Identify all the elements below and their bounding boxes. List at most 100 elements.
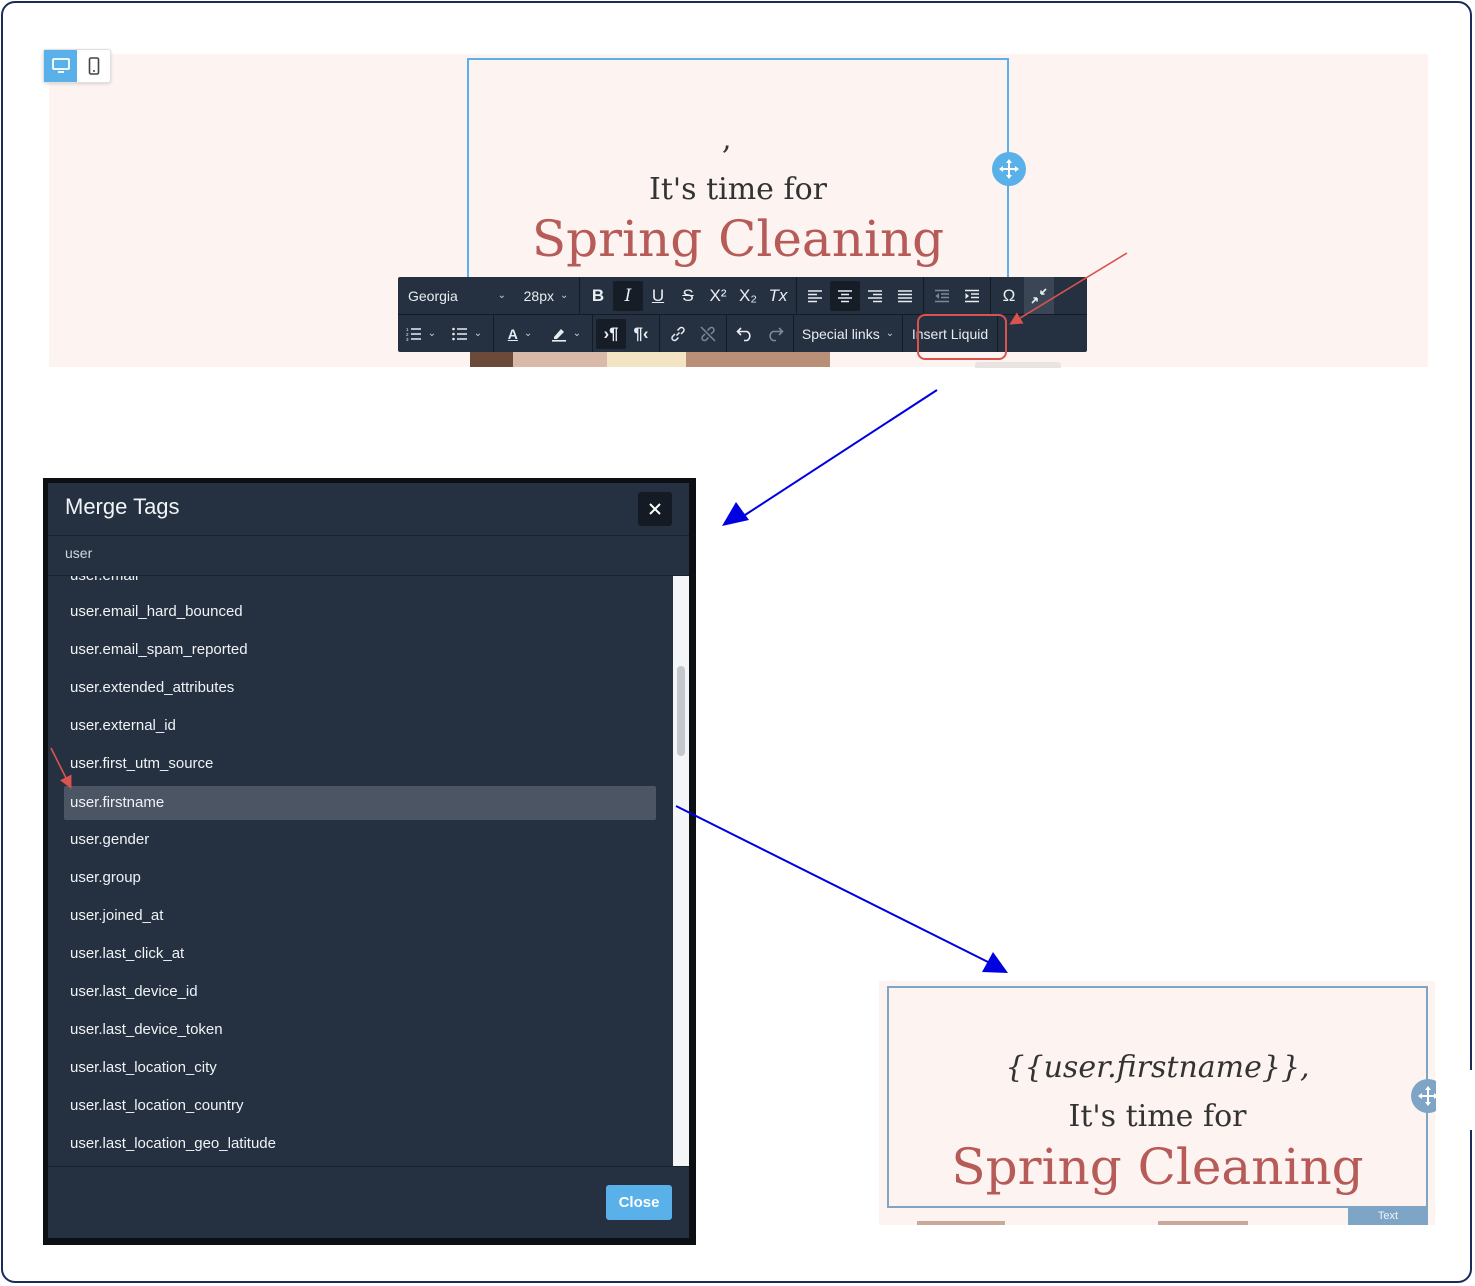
align-center-icon [838,289,852,302]
ordered-list-icon: 123 [406,327,421,341]
text-color-icon: A [507,325,518,342]
phone-icon [88,57,99,75]
toolbar-divider [990,277,991,314]
align-left-button[interactable] [800,281,830,311]
bullet-list-button[interactable]: ⌄ [444,319,490,349]
highlighter-icon [551,328,566,342]
desktop-view-button[interactable] [44,50,77,82]
list-item[interactable]: user.email_spam_reported [64,633,656,667]
chevron-down-icon: ⌄ [559,290,569,301]
list-scrollbar-track[interactable] [673,576,689,1166]
result-image-peek [1158,1221,1248,1225]
result-greeting-text[interactable]: {{user.firstname}}, [887,1050,1428,1085]
chevron-down-icon: ⌄ [473,328,483,339]
chevron-down-icon: ⌄ [427,328,437,339]
list-item[interactable]: user.external_id [64,709,656,743]
toolbar-divider [793,315,794,352]
align-left-icon [808,289,822,302]
device-toggle [43,49,111,83]
link-button[interactable] [663,319,693,349]
text-cursor: , [722,122,732,157]
bold-button[interactable]: B [583,281,613,311]
list-scrollbar-thumb[interactable] [677,666,685,756]
merge-tag-list[interactable]: user.email user.email_hard_bounced user.… [48,576,673,1166]
special-character-button[interactable]: Ω [994,281,1024,311]
list-item[interactable]: user.email [64,576,656,593]
link-icon [671,326,685,341]
redo-icon [769,326,784,341]
toolbar-row-2: 123 ⌄ ⌄ A ⌄ ⌄ ›¶ ¶‹ Special links ⌄ Inse… [398,315,1001,352]
font-family-value: Georgia [408,287,458,304]
close-icon [649,503,661,515]
list-item-selected[interactable]: user.firstname [64,786,656,820]
list-item[interactable]: user.gender [64,823,656,857]
redo-button[interactable] [760,319,790,349]
text-color-button[interactable]: A ⌄ [497,319,543,349]
ltr-direction-button[interactable]: ›¶ [596,318,626,349]
special-links-dropdown[interactable]: Special links ⌄ [797,319,899,349]
list-item[interactable]: user.last_location_city [64,1051,656,1085]
outdent-icon [935,289,949,302]
toolbar-divider [579,277,580,314]
list-item[interactable]: user.extended_attributes [64,671,656,705]
list-item[interactable]: user.email_hard_bounced [64,595,656,629]
subscript-button[interactable]: X₂ [733,281,763,311]
modal-header-divider [48,535,689,536]
font-size-select[interactable]: 28px ⌄ [516,281,576,311]
list-item[interactable]: user.joined_at [64,899,656,933]
strikethrough-button[interactable]: S [673,281,703,311]
indent-icon [965,289,979,302]
toolbar-row-1: Georgia ⌄ 28px ⌄ B I U S X² X₂ Tx Ω [398,277,1054,314]
list-item[interactable]: user.last_device_id [64,975,656,1009]
undo-button[interactable] [730,319,760,349]
hero-image-peek [470,350,830,367]
italic-button[interactable]: I [613,280,643,311]
superscript-button[interactable]: X² [703,281,733,311]
toolbar-divider [923,277,924,314]
result-image-peek [917,1221,1005,1225]
underline-button[interactable]: U [643,281,673,311]
toolbar-divider [493,315,494,352]
toolbar-divider [726,315,727,352]
mobile-view-button[interactable] [77,50,110,82]
font-size-value: 28px [523,287,554,304]
rtl-icon: ¶‹ [633,323,649,343]
collapse-toolbar-button[interactable] [1024,277,1054,314]
justify-button[interactable] [890,281,920,311]
undo-icon [736,326,751,341]
chevron-down-icon: ⌄ [523,328,533,339]
modal-footer-divider [48,1166,689,1167]
preview-crop-mask [1436,1070,1475,1130]
subtitle-text[interactable]: It's time for [467,172,1009,207]
unlink-button[interactable] [693,319,723,349]
font-family-select[interactable]: Georgia ⌄ [398,281,516,311]
list-item[interactable]: user.last_device_token [64,1013,656,1047]
highlight-color-button[interactable]: ⌄ [543,319,589,349]
tag-search-input[interactable]: user [65,545,92,561]
align-right-button[interactable] [860,281,890,311]
align-center-button[interactable] [830,280,860,311]
result-subtitle-text[interactable]: It's time for [887,1099,1428,1134]
result-headline-text[interactable]: Spring Cleaning [887,1138,1428,1196]
insert-liquid-annotation-box [917,314,1007,360]
indent-button[interactable] [957,281,987,311]
collapse-icon [1031,287,1047,304]
headline-text[interactable]: Spring Cleaning [467,210,1009,268]
list-item[interactable]: user.group [64,861,656,895]
bullet-list-icon [451,327,467,340]
list-item[interactable]: user.last_location_country [64,1089,656,1123]
list-item[interactable]: user.first_utm_source [64,747,656,781]
rtl-direction-button[interactable]: ¶‹ [626,319,656,349]
special-links-label: Special links [801,325,880,342]
justify-icon [898,289,912,302]
outdent-button[interactable] [927,281,957,311]
toolbar-divider [592,315,593,352]
chevron-down-icon: ⌄ [572,328,582,339]
toolbar-divider [902,315,903,352]
ordered-list-button[interactable]: 123 ⌄ [398,319,444,349]
clear-format-button[interactable]: Tx [763,281,793,311]
modal-close-x-button[interactable] [638,492,672,526]
list-item[interactable]: user.last_location_geo_latitude [64,1127,656,1161]
close-button[interactable]: Close [606,1185,672,1220]
list-item[interactable]: user.last_click_at [64,937,656,971]
